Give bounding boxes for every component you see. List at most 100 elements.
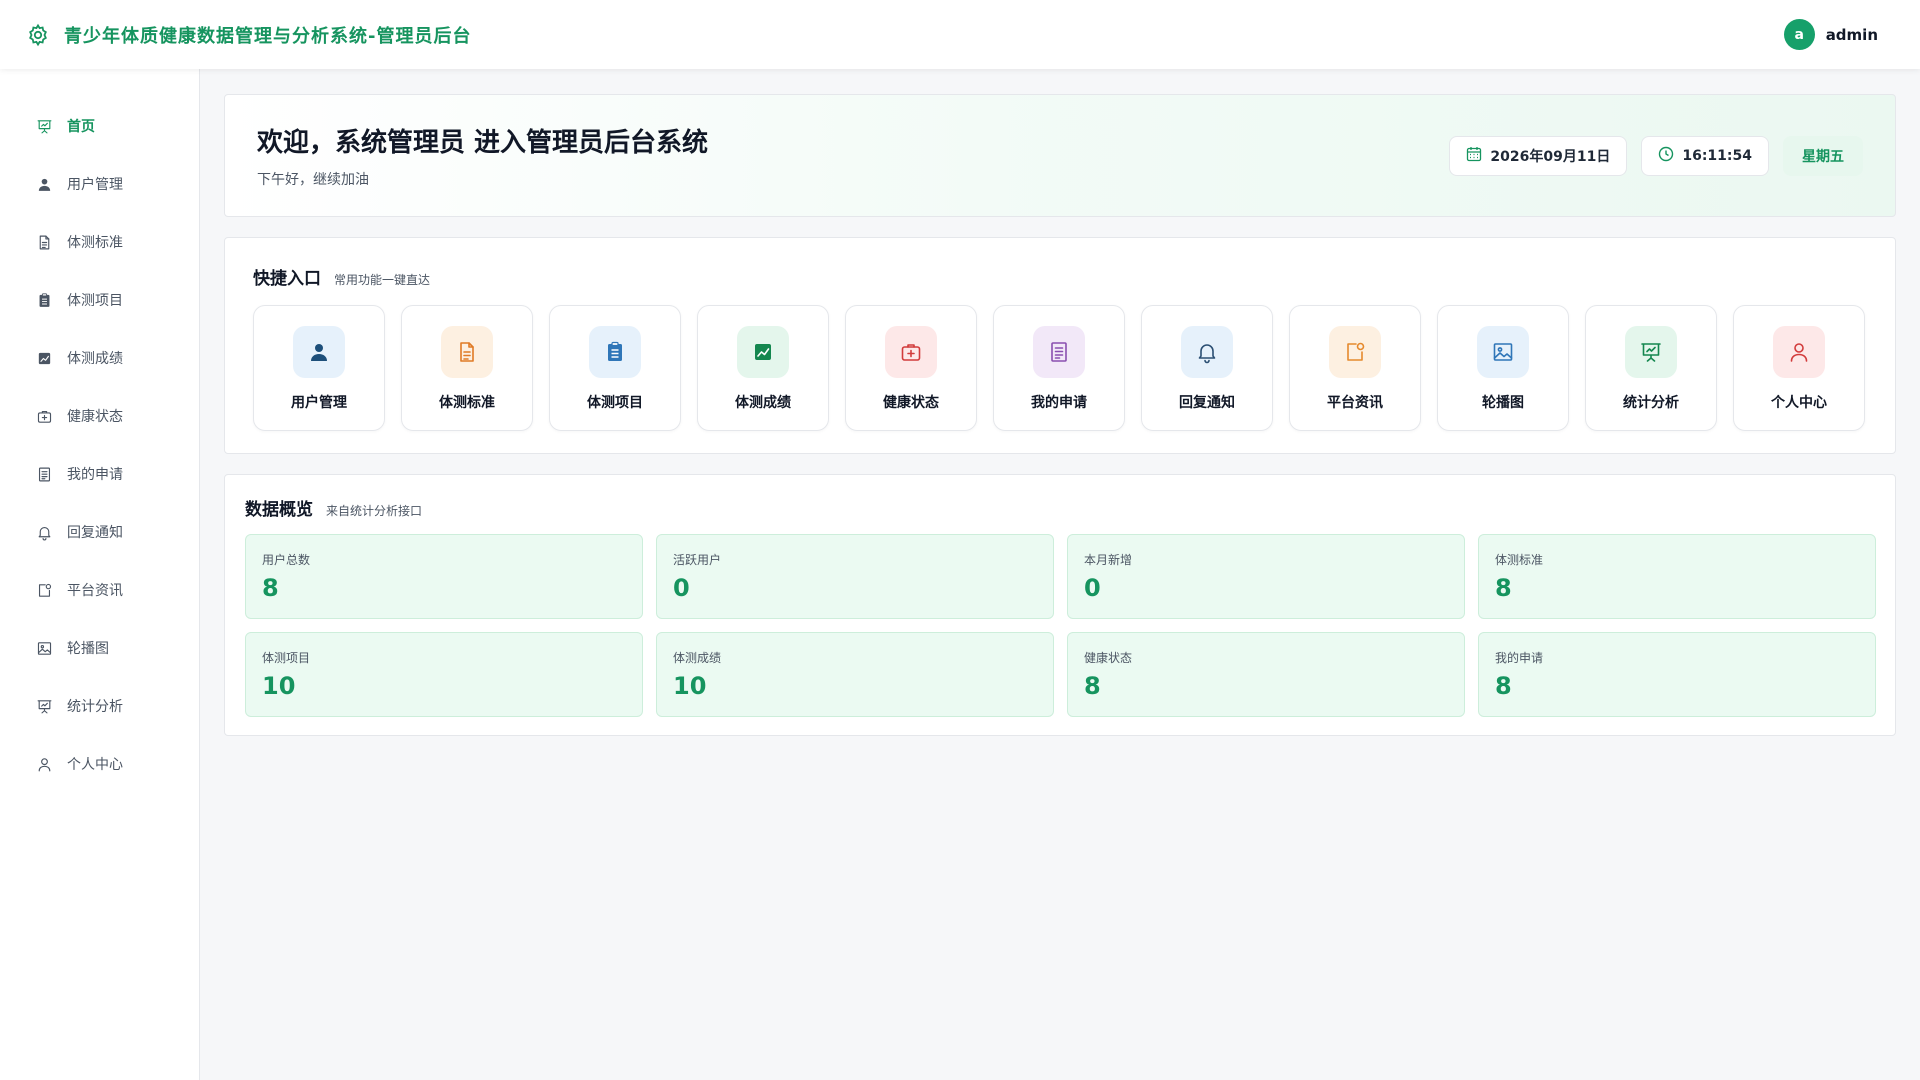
news-icon bbox=[36, 582, 53, 599]
sidebar-item-0[interactable]: 首页 bbox=[0, 97, 199, 155]
quick-item-label: 体测标准 bbox=[439, 395, 495, 411]
calendar-icon bbox=[1466, 146, 1482, 166]
quick-item-8[interactable]: 轮播图 bbox=[1437, 305, 1569, 431]
quick-item-label: 统计分析 bbox=[1623, 395, 1679, 411]
sidebar-item-8[interactable]: 平台资讯 bbox=[0, 561, 199, 619]
top-header: 青少年体质健康数据管理与分析系统-管理员后台 a admin bbox=[0, 0, 1920, 69]
quick-item-2[interactable]: 体测项目 bbox=[549, 305, 681, 431]
sidebar-item-label: 用户管理 bbox=[67, 177, 123, 193]
stat-value: 10 bbox=[262, 672, 296, 700]
welcome-subtitle: 下午好，继续加油 bbox=[257, 172, 369, 188]
user-icon bbox=[293, 326, 345, 378]
sidebar-item-3[interactable]: 体测项目 bbox=[0, 271, 199, 329]
app-title: 青少年体质健康数据管理与分析系统-管理员后台 bbox=[64, 25, 472, 47]
sidebar-item-label: 首页 bbox=[67, 119, 95, 135]
stat-value: 8 bbox=[1084, 672, 1101, 700]
quick-item-7[interactable]: 平台资讯 bbox=[1289, 305, 1421, 431]
sidebar-item-label: 健康状态 bbox=[67, 409, 123, 425]
quick-item-9[interactable]: 统计分析 bbox=[1585, 305, 1717, 431]
quick-item-6[interactable]: 回复通知 bbox=[1141, 305, 1273, 431]
sidebar-item-6[interactable]: 我的申请 bbox=[0, 445, 199, 503]
sidebar-item-label: 体测成绩 bbox=[67, 351, 123, 367]
stat-card: 活跃用户 0 bbox=[656, 534, 1054, 619]
quick-item-5[interactable]: 我的申请 bbox=[993, 305, 1125, 431]
stat-label: 体测项目 bbox=[262, 651, 311, 665]
stat-label: 体测标准 bbox=[1495, 553, 1544, 567]
stat-value: 8 bbox=[262, 574, 279, 602]
quick-item-label: 体测成绩 bbox=[735, 395, 791, 411]
quick-access-panel: 快捷入口 常用功能一键直达 用户管理 体测标准 体测项目 体测成绩 健康状态 我的申请 回复… bbox=[224, 237, 1896, 454]
stat-value: 0 bbox=[1084, 574, 1101, 602]
sidebar-item-label: 平台资讯 bbox=[67, 583, 123, 599]
quick-item-0[interactable]: 用户管理 bbox=[253, 305, 385, 431]
stat-label: 健康状态 bbox=[1084, 651, 1133, 665]
sidebar-item-label: 统计分析 bbox=[67, 699, 123, 715]
quick-item-label: 用户管理 bbox=[291, 395, 347, 411]
settings-gear-icon bbox=[26, 23, 50, 47]
sidebar-item-label: 体测项目 bbox=[67, 293, 123, 309]
quick-item-label: 我的申请 bbox=[1031, 395, 1087, 411]
stat-card: 体测标准 8 bbox=[1478, 534, 1876, 619]
brand: 青少年体质健康数据管理与分析系统-管理员后台 bbox=[26, 22, 471, 48]
stat-value: 8 bbox=[1495, 574, 1512, 602]
quick-item-label: 轮播图 bbox=[1482, 395, 1524, 411]
bell-icon bbox=[36, 524, 53, 541]
quick-item-10[interactable]: 个人中心 bbox=[1733, 305, 1865, 431]
sidebar-item-2[interactable]: 体测标准 bbox=[0, 213, 199, 271]
clock-icon bbox=[1658, 146, 1674, 166]
chart-icon bbox=[737, 326, 789, 378]
sidebar-item-11[interactable]: 个人中心 bbox=[0, 735, 199, 793]
weekday-badge: 星期五 bbox=[1783, 135, 1863, 176]
quick-access-subtitle: 常用功能一键直达 bbox=[334, 273, 431, 287]
document-icon bbox=[441, 326, 493, 378]
user-menu[interactable]: a admin bbox=[1783, 19, 1878, 50]
overview-subtitle: 来自统计分析接口 bbox=[326, 504, 423, 518]
current-time: 16:11:54 bbox=[1682, 147, 1752, 164]
sidebar-item-7[interactable]: 回复通知 bbox=[0, 503, 199, 561]
quick-item-1[interactable]: 体测标准 bbox=[401, 305, 533, 431]
sidebar-item-label: 个人中心 bbox=[67, 757, 123, 773]
sidebar: 首页用户管理体测标准体测项目体测成绩健康状态我的申请回复通知平台资讯轮播图统计分… bbox=[0, 69, 200, 1080]
sidebar-item-1[interactable]: 用户管理 bbox=[0, 155, 199, 213]
clipboard-icon bbox=[36, 292, 53, 309]
sidebar-item-label: 回复通知 bbox=[67, 525, 123, 541]
statistics-board-icon bbox=[36, 698, 53, 715]
welcome-title: 欢迎，系统管理员 进入管理员后台系统 bbox=[257, 128, 709, 158]
quick-access-grid: 用户管理 体测标准 体测项目 体测成绩 健康状态 我的申请 回复通知 平台资讯 轮播图 统计分析 个… bbox=[253, 305, 1867, 431]
user-outline-icon bbox=[36, 756, 53, 773]
avatar[interactable]: a bbox=[1783, 19, 1815, 50]
quick-item-label: 平台资讯 bbox=[1327, 395, 1383, 411]
username[interactable]: admin bbox=[1826, 26, 1878, 44]
sidebar-item-label: 体测标准 bbox=[67, 235, 123, 251]
stat-card: 本月新增 0 bbox=[1067, 534, 1465, 619]
sidebar-item-9[interactable]: 轮播图 bbox=[0, 619, 199, 677]
stat-value: 0 bbox=[673, 574, 690, 602]
sidebar-item-4[interactable]: 体测成绩 bbox=[0, 329, 199, 387]
sidebar-item-label: 我的申请 bbox=[67, 467, 123, 483]
stat-card: 用户总数 8 bbox=[245, 534, 643, 619]
statistics-board-icon bbox=[1625, 326, 1677, 378]
stat-label: 体测成绩 bbox=[673, 651, 722, 665]
quick-item-3[interactable]: 体测成绩 bbox=[697, 305, 829, 431]
form-icon bbox=[1033, 326, 1085, 378]
quick-item-4[interactable]: 健康状态 bbox=[845, 305, 977, 431]
bell-icon bbox=[1181, 326, 1233, 378]
quick-access-title: 快捷入口 bbox=[253, 269, 321, 289]
sidebar-item-5[interactable]: 健康状态 bbox=[0, 387, 199, 445]
quick-item-label: 健康状态 bbox=[883, 395, 939, 411]
stat-card: 健康状态 8 bbox=[1067, 632, 1465, 717]
presentation-board-icon bbox=[36, 118, 53, 135]
user-icon bbox=[36, 176, 53, 193]
stat-value: 10 bbox=[673, 672, 707, 700]
stat-label: 活跃用户 bbox=[673, 553, 722, 567]
news-icon bbox=[1329, 326, 1381, 378]
document-icon bbox=[36, 234, 53, 251]
stat-card: 体测成绩 10 bbox=[656, 632, 1054, 717]
time-badge: 16:11:54 bbox=[1641, 135, 1769, 176]
image-icon bbox=[36, 640, 53, 657]
sidebar-item-10[interactable]: 统计分析 bbox=[0, 677, 199, 735]
stat-label: 我的申请 bbox=[1495, 651, 1544, 665]
stat-card: 体测项目 10 bbox=[245, 632, 643, 717]
form-icon bbox=[36, 466, 53, 483]
stat-label: 本月新增 bbox=[1084, 553, 1133, 567]
